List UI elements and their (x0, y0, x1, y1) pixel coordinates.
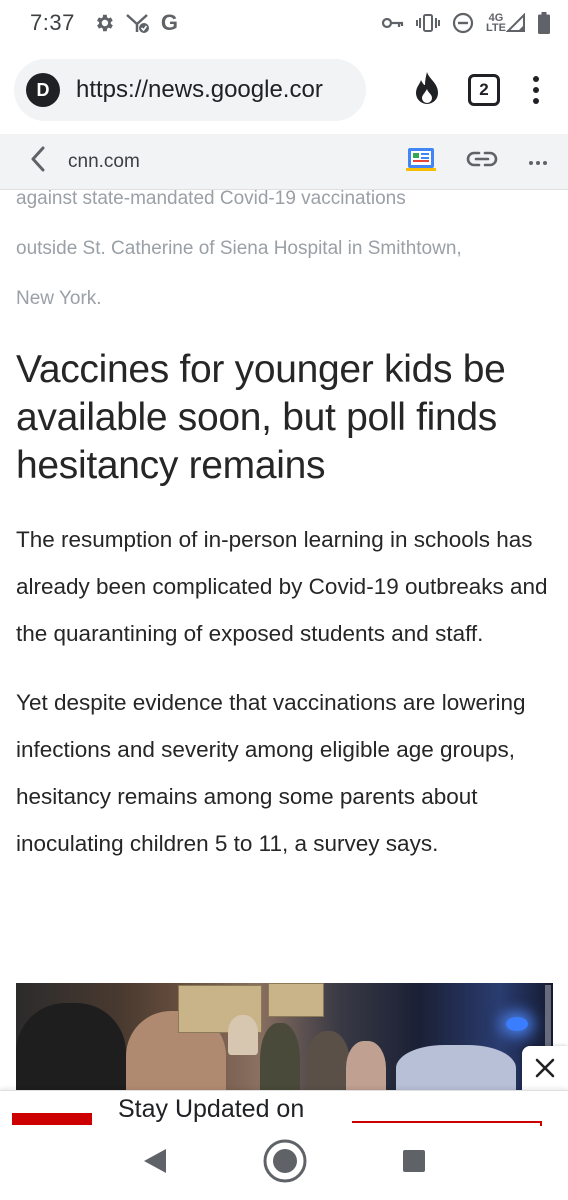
ad-text: Stay Updated on (118, 1095, 305, 1123)
toolbar-actions: 2 (412, 71, 554, 110)
link-icon[interactable] (466, 150, 498, 173)
status-left-icons: G (93, 10, 178, 36)
tab-count: 2 (479, 80, 489, 99)
do-not-disturb-icon (452, 12, 474, 34)
article: against state-mandated Covid-19 vaccinat… (0, 190, 568, 1090)
image-caption: against state-mandated Covid-19 vaccinat… (16, 190, 552, 324)
menu-icon[interactable] (526, 76, 546, 104)
amp-actions (406, 146, 548, 177)
system-nav-bar (0, 1126, 568, 1200)
article-photo[interactable] (16, 983, 553, 1090)
status-time: 7:37 (30, 10, 75, 35)
lte-signal-icon: 4G LTE (486, 13, 526, 34)
recents-square-icon[interactable] (402, 1149, 426, 1178)
publisher-domain: cnn.com (68, 150, 140, 172)
caption-line: outside St. Catherine of Siena Hospital … (16, 238, 462, 259)
signal-check-icon (125, 12, 151, 34)
article-paragraph: The resumption of in-person learning in … (16, 527, 548, 646)
more-icon[interactable] (528, 153, 548, 171)
close-icon[interactable] (522, 1046, 568, 1090)
flame-icon[interactable] (412, 71, 442, 110)
browser-toolbar: D https://news.google.cor 2 (0, 46, 568, 134)
ad-brand-bar (12, 1113, 92, 1125)
url-text[interactable]: https://news.google.cor (76, 76, 323, 104)
vpn-key-icon (382, 16, 404, 30)
vibrate-icon (416, 13, 441, 33)
google-letter: G (160, 10, 178, 35)
back-arrow-icon[interactable] (30, 146, 46, 177)
status-right-icons: 4G LTE (382, 12, 550, 34)
back-triangle-icon[interactable] (142, 1147, 168, 1180)
gear-icon (93, 12, 115, 34)
ad-cta-outline (352, 1121, 542, 1127)
caption-line: against state-mandated Covid-19 vaccinat… (16, 190, 406, 209)
address-bar[interactable]: D https://news.google.cor (14, 59, 366, 121)
status-bar: 7:37 G 4G LTE (0, 0, 568, 46)
amp-header-bar: cnn.com (0, 134, 568, 190)
home-circle-icon[interactable] (262, 1138, 308, 1189)
google-g-icon: G (161, 10, 178, 36)
battery-icon (538, 12, 550, 34)
article-paragraph: Yet despite evidence that vaccinations a… (16, 690, 526, 856)
article-headline: Vaccines for younger kids be available s… (16, 348, 506, 487)
site-badge[interactable]: D (26, 73, 60, 107)
network-label-bottom: LTE (486, 22, 506, 34)
tab-switcher-icon[interactable]: 2 (468, 74, 500, 106)
news-publisher-icon[interactable] (406, 146, 436, 177)
ad-banner[interactable]: Stay Updated on (0, 1090, 568, 1127)
caption-line: New York. (16, 288, 102, 309)
